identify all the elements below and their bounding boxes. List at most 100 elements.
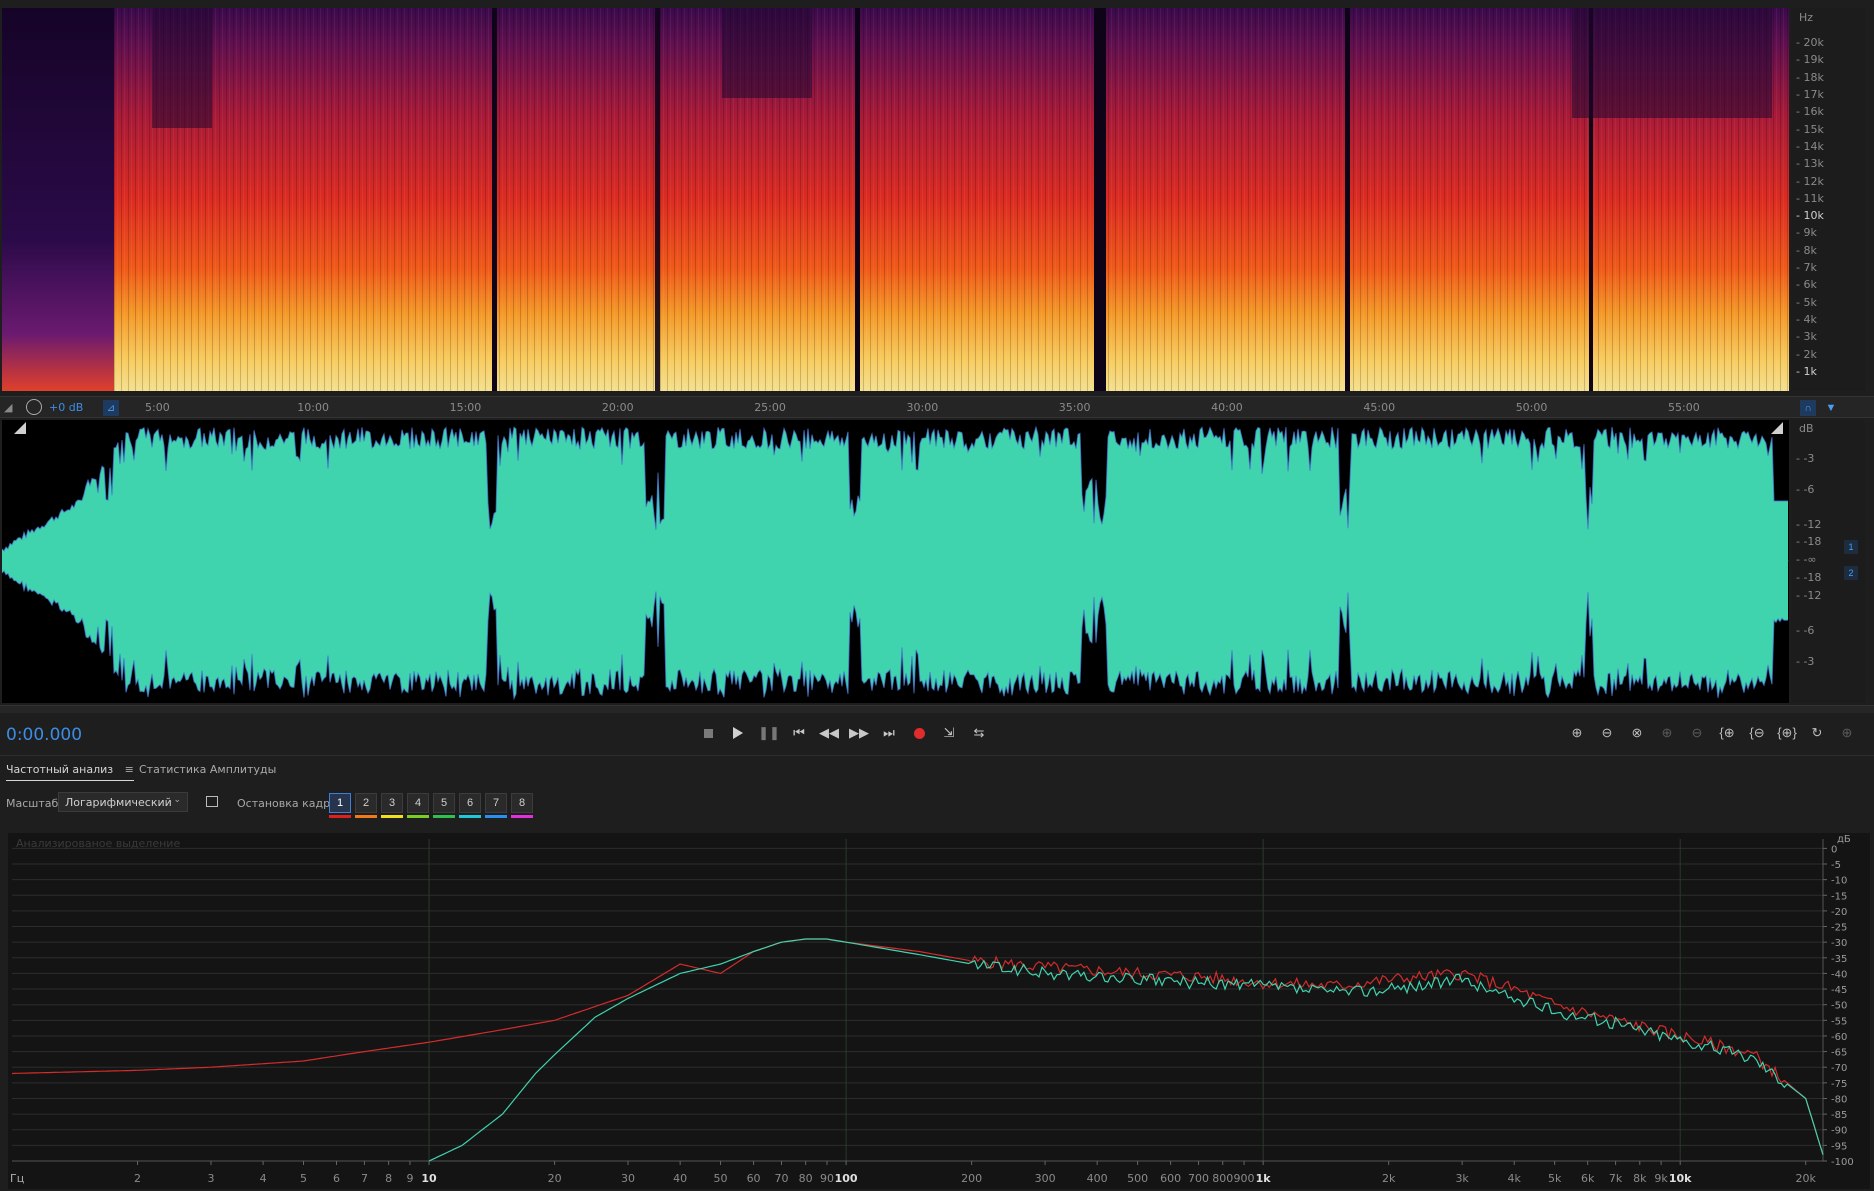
frequency-tick: - 1k (1796, 365, 1817, 378)
frequency-tick: - 20k (1796, 36, 1824, 49)
volume-knob-icon[interactable] (26, 399, 42, 415)
frequency-tick: - 3k (1796, 330, 1817, 344)
zoom-extra-button[interactable]: ⊕ (1835, 723, 1859, 743)
x-tick-label: 20k (1796, 1172, 1817, 1185)
zoom-out-amplitude-button[interactable]: ⊖ (1595, 723, 1619, 743)
frequency-tick: - 14k (1796, 139, 1824, 153)
y-tick-label: -30 (1831, 938, 1847, 949)
meter-icon[interactable]: ◢ (4, 401, 12, 414)
x-tick-label: 5k (1548, 1172, 1562, 1185)
zoom-full-button[interactable]: {⊕} (1775, 723, 1799, 743)
loop-button[interactable]: ⇆ (968, 723, 990, 743)
freeze-frame-4-button[interactable]: 4 (407, 793, 429, 813)
fast-forward-button[interactable]: ▶▶ (848, 723, 870, 743)
frequency-tick: - 16k (1796, 105, 1824, 119)
x-tick-label: 200 (961, 1172, 982, 1185)
x-tick-label: 800 (1212, 1172, 1233, 1185)
stop-button[interactable] (697, 723, 719, 743)
time-tick: 50:00 (1515, 401, 1548, 414)
x-tick-label: 90 (820, 1172, 834, 1185)
x-tick-label: 30 (621, 1172, 635, 1185)
freeze-frame-5-button[interactable]: 5 (433, 793, 455, 813)
channel-1-badge[interactable]: 1 (1844, 540, 1858, 554)
volume-level[interactable]: +0 dB (49, 401, 83, 414)
pause-button[interactable]: ❚❚ (758, 723, 780, 743)
zoom-in-amplitude-button[interactable]: ⊕ (1565, 723, 1589, 743)
frequency-tick: - 18k (1796, 70, 1824, 84)
pin-icon[interactable]: ⊿ (103, 400, 119, 416)
time-tick: 35:00 (1058, 401, 1091, 414)
waveform-canvas (2, 425, 1789, 701)
frequency-unit: Hz (1799, 11, 1814, 24)
waveform-display[interactable] (2, 420, 1789, 703)
amplitude-tick: - -18 (1796, 571, 1822, 584)
frequency-chart: 2 3 4 5 6 7 8 9 10 20 30 40 50 60 70 80 90 100 200 300 400 50… (8, 833, 1870, 1189)
freeze-frame-4-color (407, 815, 429, 818)
time-tick: 45:00 (1363, 401, 1396, 414)
x-tick-label: 500 (1127, 1172, 1148, 1185)
marker-icon[interactable]: ▼ (1823, 400, 1839, 416)
spectrum-series-line (11, 938, 1824, 1155)
y-tick-label: -40 (1831, 969, 1847, 980)
go-to-end-button[interactable]: ⏭ (878, 723, 900, 743)
amplitude-tick: - -18 (1796, 535, 1822, 548)
x-tick-label: 1k (1256, 1172, 1272, 1185)
freeze-frame-8-color (511, 815, 533, 818)
zoom-history-button[interactable]: ↻ (1805, 723, 1829, 743)
freeze-frame-6-button[interactable]: 6 (459, 793, 481, 813)
frequency-tick: - 4k (1796, 313, 1817, 327)
tab-amplitude-statistics[interactable]: Статистика Амплитуды (139, 763, 276, 776)
zoom-to-selection-in-button[interactable]: {⊕ (1715, 723, 1739, 743)
horizontal-scrollbar[interactable] (0, 705, 1874, 713)
freeze-frame-2-button[interactable]: 2 (355, 793, 377, 813)
scale-select[interactable]: Логарифмический ⌄ (58, 792, 188, 812)
amplitude-tick: - -12 (1796, 518, 1822, 531)
y-tick-label: -10 (1831, 876, 1847, 887)
amplitude-tick: - -3 (1796, 655, 1815, 668)
x-tick-label: 4 (260, 1172, 267, 1185)
x-tick-label: 9k (1654, 1172, 1668, 1185)
x-tick-label: 900 (1234, 1172, 1255, 1185)
amplitude-tick: - -12 (1796, 589, 1822, 602)
channel-2-badge[interactable]: 2 (1844, 566, 1858, 580)
frequency-tick: - 11k (1796, 191, 1824, 205)
freeze-frame-2-color (355, 815, 377, 818)
frequency-tick: - 15k (1796, 122, 1824, 136)
x-tick-label: 4k (1508, 1172, 1522, 1185)
skip-button[interactable]: ⇲ (938, 723, 960, 743)
y-tick-label: -25 (1831, 923, 1847, 934)
current-time: 0:00.000 (6, 725, 83, 745)
freeze-frame-1-button[interactable]: 1 (329, 793, 351, 813)
x-tick-label: 600 (1160, 1172, 1181, 1185)
y-tick-label: 0 (1831, 844, 1837, 855)
x-axis-label: Гц (10, 1172, 24, 1185)
x-tick-label: 3k (1455, 1172, 1469, 1185)
frequency-ruler: Hz - 20k - 19k - 18k - 17k - 16k - 15k - 14k - … (1791, 8, 1865, 391)
record-button[interactable] (908, 723, 930, 743)
zoom-reset-button[interactable]: ⊗ (1625, 723, 1649, 743)
spectral-display[interactable] (2, 8, 1789, 391)
zoom-to-selection-out-button[interactable]: {⊖ (1745, 723, 1769, 743)
freeze-frame-3-button[interactable]: 3 (381, 793, 403, 813)
panel-menu-icon[interactable]: ≡ (125, 763, 134, 776)
freeze-frame-label: Остановка кадра: (237, 797, 341, 810)
x-tick-label: 20 (548, 1172, 562, 1185)
frequency-tick: - 17k (1796, 87, 1824, 101)
x-tick-label: 700 (1188, 1172, 1209, 1185)
spectrogram (2, 8, 1789, 391)
tab-frequency-analysis[interactable]: Частотный анализ ≡ (6, 763, 134, 781)
x-tick-label: 5 (300, 1172, 307, 1185)
go-to-start-button[interactable]: ⏮ (788, 723, 810, 743)
frequency-tick: - 10k (1796, 209, 1824, 223)
headphones-icon[interactable]: ∩ (1800, 400, 1816, 416)
x-tick-label: 50 (714, 1172, 728, 1185)
y-tick-label: -95 (1831, 1141, 1847, 1152)
freeze-frame-8-button[interactable]: 8 (511, 793, 533, 813)
zoom-in-time-button[interactable]: ⊕ (1655, 723, 1679, 743)
rewind-button[interactable]: ◀◀ (818, 723, 840, 743)
zoom-out-time-button[interactable]: ⊖ (1685, 723, 1709, 743)
play-button[interactable] (727, 723, 749, 743)
tab-frequency-label: Частотный анализ (6, 763, 114, 776)
snapshot-icon[interactable] (206, 796, 218, 807)
freeze-frame-7-button[interactable]: 7 (485, 793, 507, 813)
